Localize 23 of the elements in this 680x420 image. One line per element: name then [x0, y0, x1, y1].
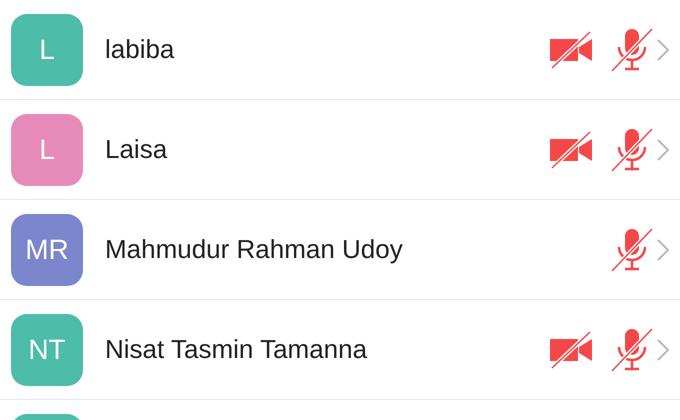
mic-off-icon[interactable]	[610, 326, 654, 372]
video-off-icon[interactable]	[548, 30, 594, 70]
participant-name: labiba	[105, 34, 176, 65]
avatar: L	[11, 114, 83, 186]
chevron-right-icon[interactable]	[656, 138, 670, 162]
participant-name: Laisa	[105, 134, 168, 165]
video-off-icon[interactable]	[548, 130, 594, 170]
avatar: MR	[11, 214, 83, 286]
participant-name: Mahmudur Rahman Udoy	[105, 234, 404, 265]
participant-row[interactable]: L Laisa	[0, 100, 680, 200]
chevron-right-icon[interactable]	[656, 38, 670, 62]
chevron-right-icon[interactable]	[656, 238, 670, 262]
participant-row[interactable]: NT Nisat Tasmin Tamanna	[0, 300, 680, 400]
participant-row[interactable]: MR Mahmudur Rahman Udoy	[0, 200, 680, 300]
chevron-right-icon[interactable]	[656, 338, 670, 362]
mic-off-icon[interactable]	[610, 26, 654, 72]
mic-off-icon[interactable]	[610, 126, 654, 172]
avatar: L	[11, 14, 83, 86]
participant-name: Nisat Tasmin Tamanna	[105, 334, 368, 365]
avatar: NT	[11, 314, 83, 386]
participant-row[interactable]: L labiba	[0, 0, 680, 100]
mic-off-icon[interactable]	[610, 226, 654, 272]
video-off-icon[interactable]	[548, 330, 594, 370]
